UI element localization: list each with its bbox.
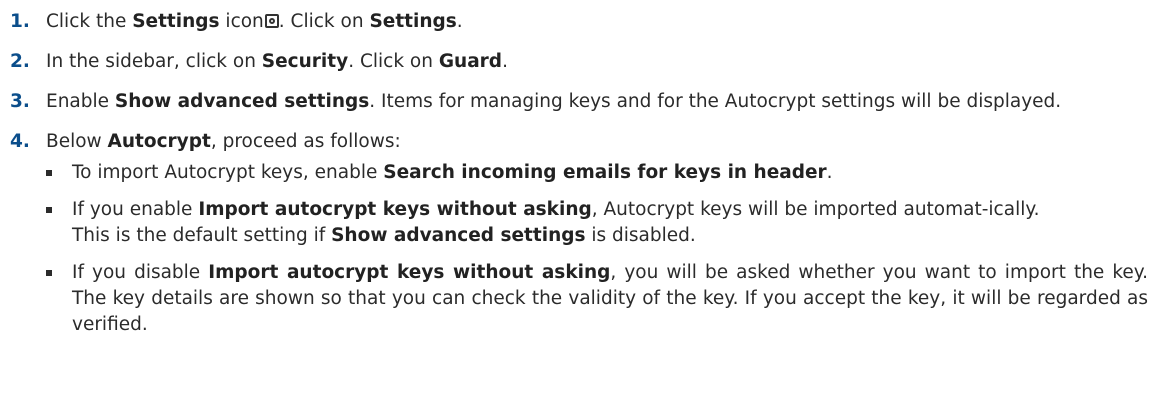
step-text: icon: [219, 11, 264, 32]
ui-term: Show advanced settings: [114, 91, 370, 112]
step-text: , proceed as follows:: [210, 131, 401, 152]
step-text: Enable: [46, 91, 115, 112]
step-text: In the sidebar, click on: [46, 51, 262, 72]
bullet-marker: [46, 207, 52, 213]
ui-term: Autocrypt: [107, 131, 211, 152]
step-text: .: [456, 11, 463, 32]
step-number: 4.: [10, 131, 30, 152]
step-text: . Items for managing keys and for the Au…: [369, 91, 1062, 112]
step-text: Below: [46, 131, 108, 152]
step-number: 1.: [10, 11, 30, 32]
ui-term: Guard: [438, 51, 503, 72]
step-number: 2.: [10, 51, 30, 72]
step-2: 2. In the sidebar, click on Security. Cl…: [0, 49, 1156, 75]
item-text: If you enable: [72, 199, 199, 220]
step-4: 4. Below Autocrypt, proceed as follows: …: [0, 129, 1156, 338]
ui-term: Import autocrypt keys without asking: [198, 199, 592, 220]
list-item: To import Autocrypt keys, enable Search …: [46, 160, 1148, 186]
ui-term: Show advanced settings: [331, 225, 586, 246]
step-text: .: [502, 51, 508, 72]
list-item: If you enable Import autocrypt keys with…: [46, 197, 1148, 249]
step-number: 3.: [10, 91, 30, 112]
bullet-list: To import Autocrypt keys, enable Search …: [46, 160, 1148, 338]
step-3: 3. Enable Show advanced settings. Items …: [0, 89, 1156, 115]
step-text: Click the: [46, 11, 133, 32]
instruction-steps: 1. Click the Settings icon . Click on Set…: [0, 0, 1156, 352]
bullet-marker: [46, 270, 52, 276]
ui-term: Search incoming emails for keys in heade…: [383, 162, 827, 183]
item-text: .: [826, 162, 833, 183]
ui-term: Security: [261, 51, 349, 72]
ui-term: Import autocrypt keys without asking: [208, 262, 611, 283]
gear-icon: [264, 14, 279, 28]
item-text: This is the default setting if: [72, 225, 332, 246]
item-text: , Autocrypt keys will be imported automa…: [591, 199, 1040, 220]
step-1: 1. Click the Settings icon . Click on Set…: [0, 9, 1156, 35]
step-text: . Click on: [278, 11, 370, 32]
bullet-marker: [46, 170, 52, 176]
item-text: is disabled.: [585, 225, 696, 246]
list-item: If you disable Import autocrypt keys wit…: [46, 260, 1148, 338]
item-text: If you disable: [72, 262, 209, 283]
ui-term: Settings: [132, 11, 220, 32]
item-text: To import Autocrypt keys, enable: [72, 162, 384, 183]
ui-term: Settings: [369, 11, 457, 32]
step-text: . Click on: [348, 51, 439, 72]
